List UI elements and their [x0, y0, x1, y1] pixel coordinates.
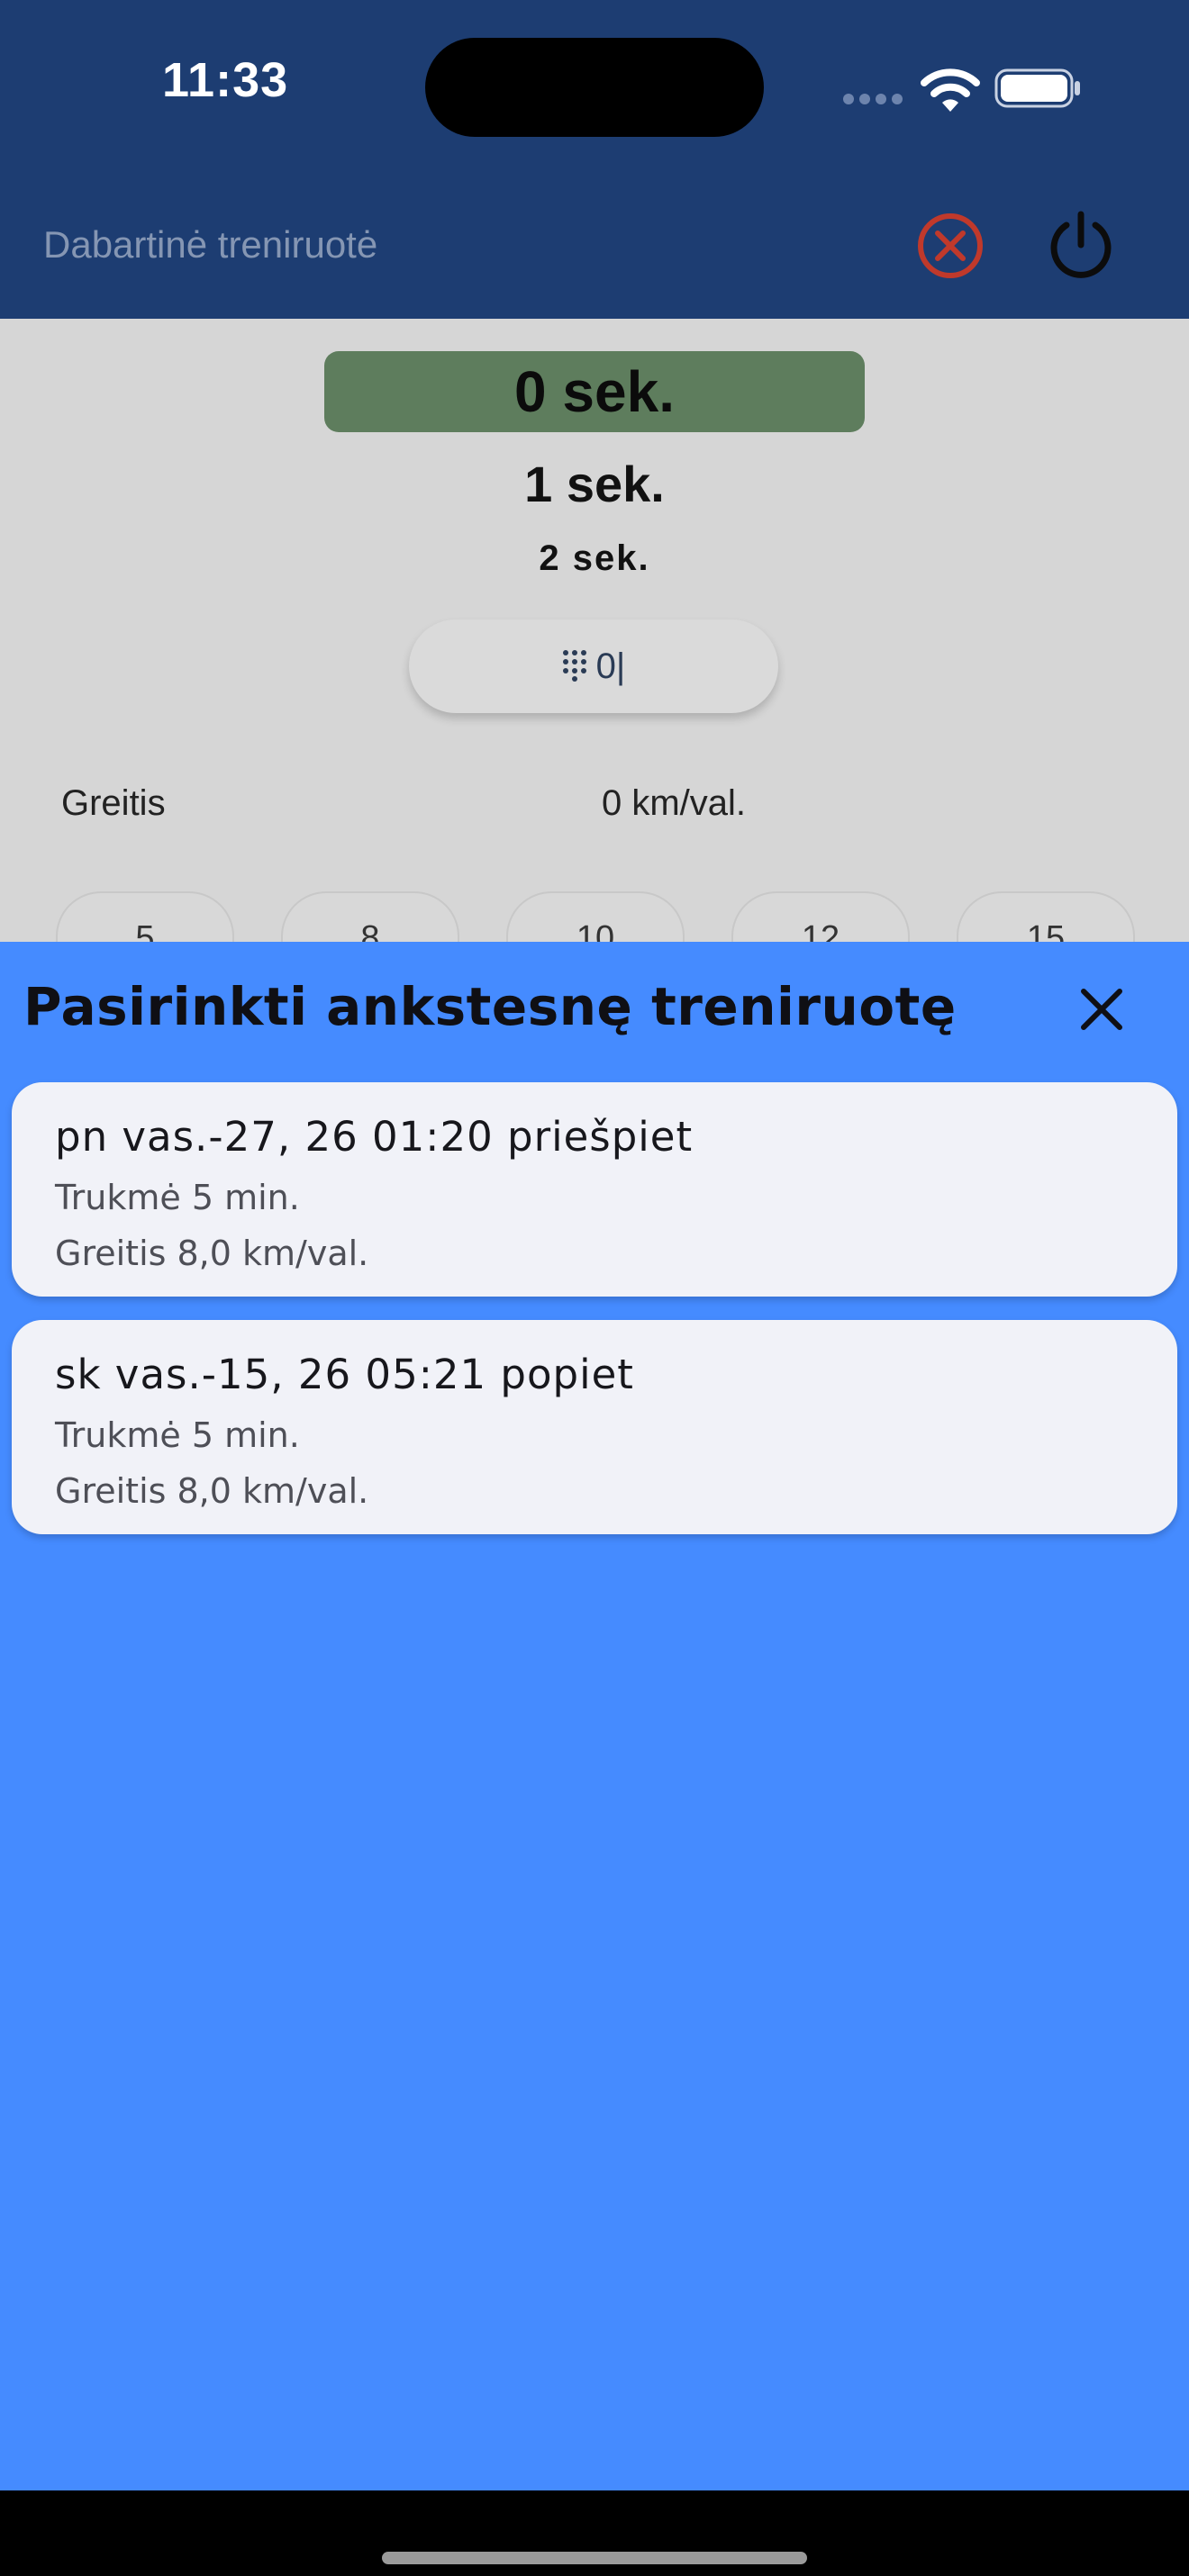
speed-preset-chip[interactable]: 5 [56, 891, 234, 944]
status-bar: 11:33 [0, 0, 1189, 171]
timer-after: 2 sek. [539, 538, 650, 578]
speed-preset-chip[interactable]: 12 [731, 891, 910, 944]
status-time: 11:33 [162, 53, 289, 107]
timer-current: 0 sek. [324, 351, 865, 432]
wifi-icon [921, 68, 980, 112]
close-icon[interactable] [1077, 985, 1126, 1034]
home-indicator[interactable] [382, 2552, 807, 2564]
dynamic-island [425, 38, 764, 137]
workout-list-item[interactable]: pn vas.-27, 26 01:20 priešpiet Trukmė 5 … [12, 1082, 1177, 1297]
speed-value: 0 km/val. [602, 783, 747, 823]
workout-date: pn vas.-27, 26 01:20 priešpiet [55, 1113, 694, 1161]
app-bar: Dabartinė treniruotė [0, 171, 1189, 319]
workout-duration: Trukmė 5 min. [55, 1178, 300, 1217]
home-bar [0, 2490, 1189, 2576]
workout-date: sk vas.-15, 26 05:21 popiet [55, 1351, 634, 1398]
timer-next: 1 sek. [524, 456, 665, 512]
workout-speed: Greitis 8,0 km/val. [55, 1234, 369, 1273]
dialpad-icon [562, 650, 586, 682]
workout-list-item[interactable]: sk vas.-15, 26 05:21 popiet Trukmė 5 min… [12, 1320, 1177, 1534]
workout-speed: Greitis 8,0 km/val. [55, 1471, 369, 1511]
sheet-title: Pasirinkti ankstesnę treniruotę [23, 976, 957, 1037]
speed-preset-chip[interactable]: 8 [281, 891, 459, 944]
interval-input[interactable]: 0| [409, 619, 778, 713]
workout-screen: 11:33 Dabartinė treniruotė 0 sek. 1 sek.… [0, 0, 1189, 944]
page-title: Dabartinė treniruotė [43, 223, 378, 266]
workout-duration: Trukmė 5 min. [55, 1415, 300, 1455]
cellular-icon [843, 94, 903, 104]
cancel-icon[interactable] [915, 211, 985, 281]
previous-workout-sheet: Pasirinkti ankstesnę treniruotę pn vas.-… [0, 942, 1189, 2490]
battery-icon [994, 68, 1080, 108]
interval-value: 0| [595, 646, 626, 686]
speed-preset-chip[interactable]: 10 [506, 891, 685, 944]
speed-label: Greitis [61, 783, 166, 823]
power-icon[interactable] [1045, 209, 1117, 281]
speed-preset-chip[interactable]: 15 [957, 891, 1135, 944]
